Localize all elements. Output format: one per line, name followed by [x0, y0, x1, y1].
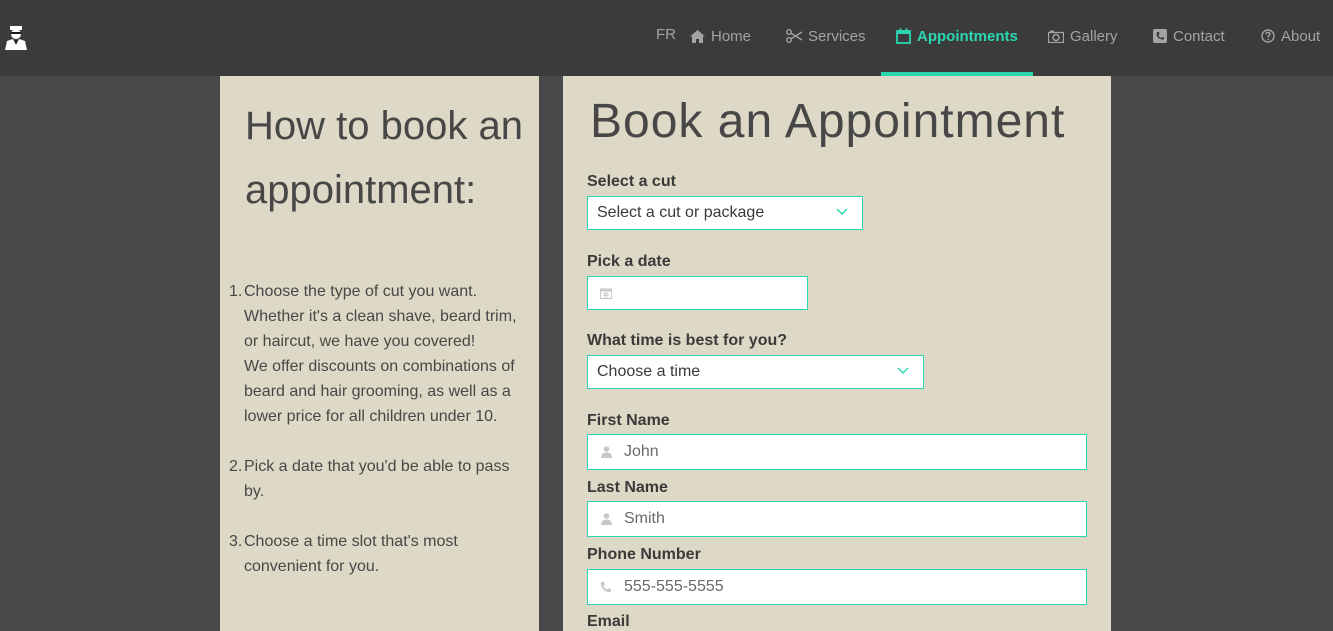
nav-gallery-label: Gallery	[1070, 27, 1118, 45]
date-input[interactable]	[587, 276, 808, 310]
step-text: Pick a date that you'd be able to pass b…	[244, 458, 510, 500]
cut-select-value: Select a cut or package	[597, 204, 765, 221]
first-name-placeholder: John	[624, 443, 659, 460]
phone-label: Phone Number	[587, 546, 701, 563]
phone-input[interactable]: 555-555-5555	[587, 569, 1087, 605]
nav-home[interactable]: Home	[690, 26, 751, 46]
nav-services[interactable]: Services	[786, 26, 866, 46]
last-name-label: Last Name	[587, 479, 668, 496]
home-icon	[690, 29, 705, 43]
phone-placeholder: 555-555-5555	[624, 578, 724, 595]
time-select-value: Choose a time	[597, 363, 701, 380]
chevron-down-icon	[836, 208, 848, 216]
nav-services-label: Services	[808, 27, 866, 45]
nav-home-label: Home	[711, 27, 752, 45]
calendar-icon	[599, 287, 613, 299]
booking-guide-title: How to book an appointment:	[245, 104, 523, 212]
step-extra-text: We offer discounts on combinations of be…	[244, 358, 515, 425]
nav-gallery[interactable]: Gallery	[1048, 26, 1118, 46]
user-icon	[599, 513, 613, 525]
date-label: Pick a date	[587, 253, 671, 270]
language-toggle[interactable]: FR	[656, 26, 676, 43]
time-select[interactable]: Choose a time	[587, 355, 924, 389]
list-item: 2. Pick a date that you'd be able to pas…	[220, 454, 520, 504]
barber-logo-icon[interactable]	[2, 22, 30, 52]
list-item: 1. Choose the type of cut you want. Whet…	[220, 279, 520, 429]
booking-guide-panel: How to book an appointment: 1. Choose th…	[220, 76, 539, 631]
top-nav-bar: FR Home Services Appointments Gallery Co…	[0, 0, 1333, 76]
scissors-icon	[786, 29, 802, 43]
step-text: Choose the type of cut you want. Whether…	[244, 283, 517, 350]
email-label: Email	[587, 613, 630, 630]
chevron-down-icon	[897, 367, 909, 375]
last-name-input[interactable]: Smith	[587, 501, 1087, 537]
phone-icon	[599, 581, 613, 593]
calendar-icon	[896, 28, 911, 44]
first-name-label: First Name	[587, 412, 670, 429]
form-title: Book an Appointment	[590, 95, 1066, 148]
list-item: 3. Choose a time slot that's most conven…	[220, 529, 520, 579]
nav-about-label: About	[1281, 27, 1321, 45]
nav-contact[interactable]: Contact	[1153, 26, 1225, 46]
user-icon	[599, 446, 613, 458]
step-text: Choose a time slot that's most convenien…	[244, 533, 458, 575]
nav-appointments-label: Appointments	[917, 27, 1018, 45]
time-label: What time is best for you?	[587, 332, 788, 349]
first-name-input[interactable]: John	[587, 434, 1087, 470]
last-name-placeholder: Smith	[624, 510, 665, 527]
cut-select[interactable]: Select a cut or package	[587, 196, 863, 230]
cut-label: Select a cut	[587, 173, 676, 190]
booking-form-panel: Book an Appointment Select a cut Select …	[563, 76, 1111, 631]
camera-icon	[1048, 30, 1064, 43]
nav-appointments[interactable]: Appointments	[896, 26, 1018, 46]
nav-about[interactable]: About	[1261, 26, 1320, 46]
nav-contact-label: Contact	[1173, 27, 1225, 45]
phone-icon	[1153, 29, 1167, 43]
question-circle-icon	[1261, 29, 1275, 43]
booking-steps-list: 1. Choose the type of cut you want. Whet…	[220, 279, 520, 604]
